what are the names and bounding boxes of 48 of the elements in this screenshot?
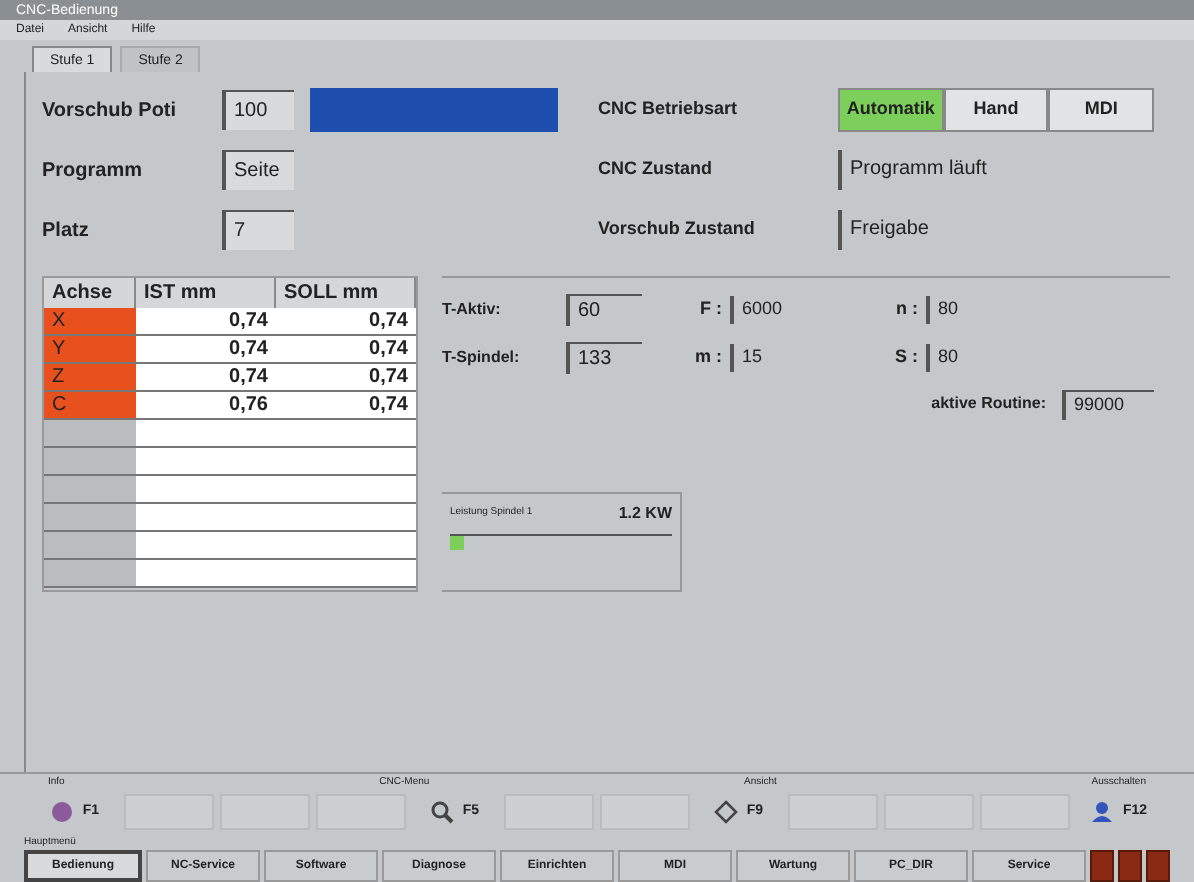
field-value: 7 [222,210,294,250]
field-value: Programm läuft [838,150,1154,190]
field-label: Programm [42,157,145,185]
table-cell: 0,74 [276,392,416,418]
axis-cell: C [44,392,136,418]
field-label: aktive Routine: [931,392,1046,417]
field-label: m : [693,344,724,371]
field-label: n : [894,296,920,323]
field-label: Platz [42,217,91,245]
alarm-indicator [1146,850,1170,882]
mode-button[interactable]: Automatik [838,88,944,132]
field-label: T-Spindel: [442,346,522,370]
field-value: 133 [566,342,642,374]
mode-button[interactable]: Hand [943,88,1049,132]
table-cell: 0,76 [136,392,276,418]
alarm-indicator [1090,850,1114,882]
field-value: 15 [730,344,858,372]
field-value: 100 [222,90,294,130]
field-value: 60 [566,294,642,326]
field-value: 99000 [1062,390,1154,419]
field-value: 80 [926,296,1154,324]
mode-button[interactable]: MDI [1048,88,1155,132]
field-value: 6000 [730,296,858,324]
field-value: Seite [222,150,294,190]
table-cell: 0,74 [276,364,416,390]
magnifier-icon [430,800,455,824]
spindle-reading: 1.2 KW [618,501,672,525]
field-label: CNC Betriebsart [598,96,740,123]
field-label: T-Aktiv: [442,298,503,322]
person-icon [1090,800,1115,824]
table-cell: 0,74 [136,308,276,334]
axis-cell: X [44,308,136,334]
table-cell: 0,74 [136,336,276,362]
field-label: Vorschub Zustand [598,216,757,243]
field-label: CNC Zustand [598,156,714,183]
table-cell: 0,74 [136,364,276,390]
axis-cell: Z [44,364,136,390]
field-value: Freigabe [838,210,1154,250]
field-label: Vorschub Poti [42,97,179,125]
table-cell: 0,74 [276,308,416,334]
field-value: 80 [926,344,1154,372]
table-cell: 0,74 [276,336,416,362]
alarm-indicator [1118,850,1142,882]
axis-cell: Y [44,336,136,362]
ball-icon [50,800,75,824]
diamond-icon [714,800,739,824]
field-label: F : [698,296,724,323]
field-label: S : [892,344,920,371]
